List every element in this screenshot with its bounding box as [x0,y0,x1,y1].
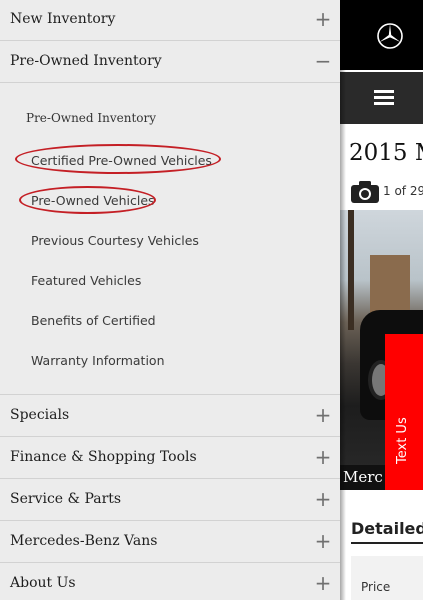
nav-item-label: About Us [10,575,76,591]
submenu-item-warranty[interactable]: Warranty Information [31,353,165,368]
nav-item-label: Specials [10,407,70,423]
expand-icon[interactable]: + [314,4,332,34]
expand-icon[interactable]: + [314,484,332,514]
submenu-item-previous-courtesy[interactable]: Previous Courtesy Vehicles [31,233,199,248]
expand-icon[interactable]: + [314,442,332,472]
photo-counter: 1 of 29 [383,184,423,198]
collapse-icon[interactable]: − [314,46,332,76]
nav-item-label: Finance & Shopping Tools [10,449,197,465]
hamburger-menu-icon[interactable] [374,90,394,106]
vehicle-title: 2015 M [349,140,423,166]
nav-item-label: Mercedes-Benz Vans [10,533,158,549]
nav-item-finance[interactable]: Finance & Shopping Tools + [0,438,340,479]
nav-item-label: New Inventory [10,11,116,27]
section-underline [351,542,423,544]
section-heading-detailed: Detailed [351,519,423,538]
pre-owned-submenu: Pre-Owned Inventory Certified Pre-Owned … [0,84,340,395]
highlight-circle [15,144,221,174]
nav-drawer: New Inventory + Pre-Owned Inventory − Pr… [0,0,340,600]
text-us-label: Text Us [395,417,410,464]
nav-item-about[interactable]: About Us + [0,564,340,600]
mercedes-star-icon[interactable] [376,22,404,50]
drawer-shadow [340,0,346,600]
submenu-item-benefits[interactable]: Benefits of Certified [31,313,156,328]
submenu-heading[interactable]: Pre-Owned Inventory [26,111,156,125]
submenu-item-featured[interactable]: Featured Vehicles [31,273,141,288]
expand-icon[interactable]: + [314,568,332,598]
highlight-circle [19,186,156,214]
expand-icon[interactable]: + [314,400,332,430]
nav-item-vans[interactable]: Mercedes-Benz Vans + [0,522,340,563]
nav-item-pre-owned-inventory[interactable]: Pre-Owned Inventory − [0,42,340,83]
expand-icon[interactable]: + [314,526,332,556]
price-label: Price [361,580,391,594]
nav-item-label: Pre-Owned Inventory [10,53,162,69]
top-bar [340,0,423,70]
nav-item-label: Service & Parts [10,491,122,507]
text-us-button[interactable]: Text Us [385,334,423,490]
page-content: 2015 M 1 of 29 Merc Text Us Detailed Pri… [340,0,423,600]
nav-item-new-inventory[interactable]: New Inventory + [0,0,340,41]
nav-item-service[interactable]: Service & Parts + [0,480,340,521]
nav-item-specials[interactable]: Specials + [0,396,340,437]
camera-icon[interactable] [350,180,380,204]
photo-caption-text: Merc [343,468,383,486]
